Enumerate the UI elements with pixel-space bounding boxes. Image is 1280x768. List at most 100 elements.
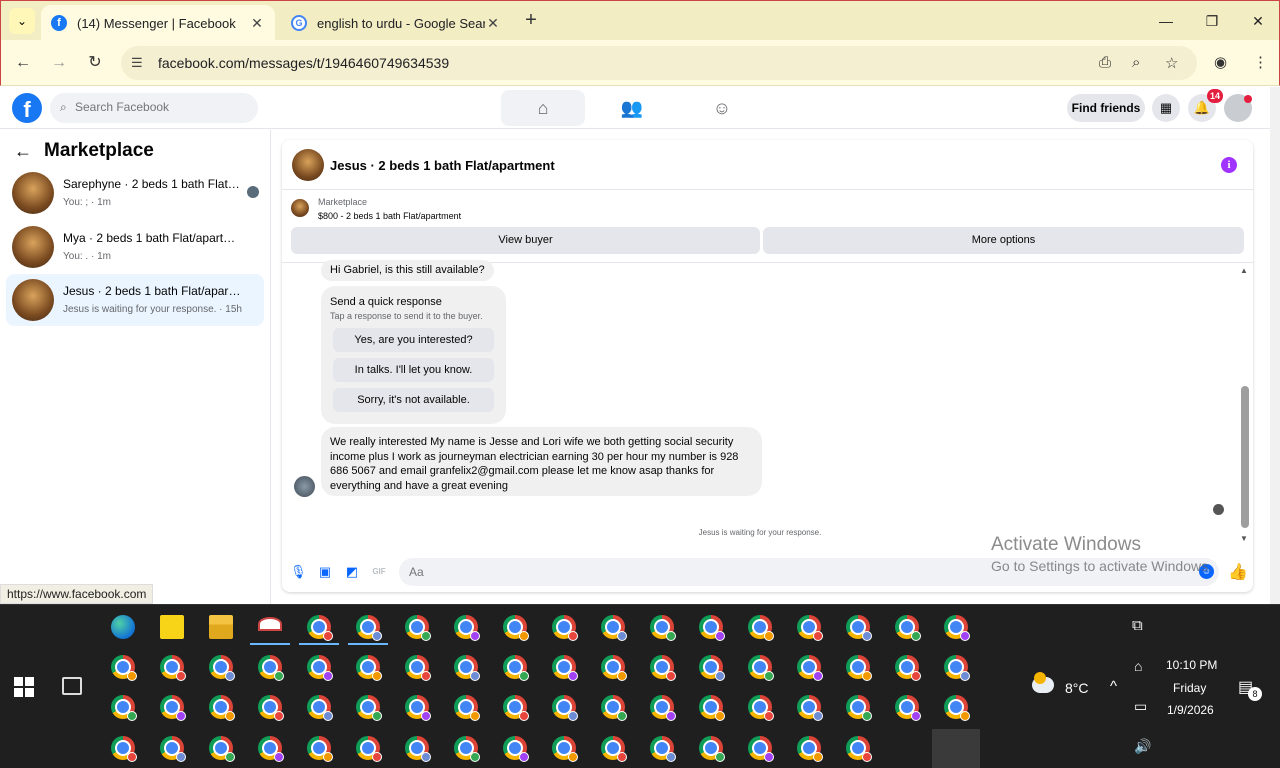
tab-search-button[interactable]: ⌄	[9, 8, 35, 34]
clock-date[interactable]: 1/9/2026	[1167, 703, 1214, 717]
photo-icon[interactable]: ▣	[317, 564, 333, 580]
chrome-window-icon[interactable]	[895, 655, 921, 681]
chrome-window-icon[interactable]	[748, 736, 774, 762]
chrome-window-icon[interactable]	[650, 655, 676, 681]
scrollbar-thumb[interactable]	[1241, 386, 1249, 528]
chrome-window-icon[interactable]	[503, 736, 529, 762]
quick-response-option[interactable]: Sorry, it's not available.	[333, 388, 494, 412]
quick-response-option[interactable]: Yes, are you interested?	[333, 328, 494, 352]
chrome-window-icon[interactable]	[846, 736, 872, 762]
chrome-window-icon[interactable]	[405, 615, 431, 641]
close-window-button[interactable]: ✕	[1246, 9, 1270, 33]
close-tab-icon[interactable]: ✕	[485, 15, 501, 32]
chrome-window-icon[interactable]	[258, 736, 284, 762]
chrome-window-icon[interactable]	[699, 695, 725, 721]
chrome-window-icon[interactable]	[650, 736, 676, 762]
chrome-window-icon[interactable]	[944, 695, 970, 721]
chrome-window-icon[interactable]	[405, 695, 431, 721]
chrome-window-icon[interactable]	[748, 655, 774, 681]
zoom-icon[interactable]: ⌕	[1132, 54, 1140, 71]
profile-icon[interactable]: ◉	[1214, 53, 1227, 71]
chrome-window-icon[interactable]	[258, 655, 284, 681]
chrome-window-icon[interactable]	[209, 695, 235, 721]
chrome-window-icon[interactable]	[111, 695, 137, 721]
facebook-search[interactable]: ⌕	[50, 93, 258, 123]
chrome-window-icon[interactable]	[454, 736, 480, 762]
chrome-window-icon[interactable]	[797, 655, 823, 681]
windows-start-icon[interactable]	[14, 677, 34, 697]
quick-response-option[interactable]: In talks. I'll let you know.	[333, 358, 494, 382]
app-umbrella-icon[interactable]	[258, 617, 282, 631]
sticky-notes-icon[interactable]	[160, 615, 184, 639]
message-input[interactable]	[399, 558, 1219, 586]
facebook-logo[interactable]: f	[12, 93, 42, 123]
site-settings-icon[interactable]: ☰	[131, 55, 143, 71]
chrome-window-icon[interactable]	[797, 736, 823, 762]
chrome-window-icon[interactable]	[503, 615, 529, 641]
chrome-window-icon[interactable]	[601, 655, 627, 681]
scroll-up-icon[interactable]: ▲	[1240, 266, 1248, 275]
friends-nav-button[interactable]: 👥	[590, 90, 674, 126]
chrome-window-icon[interactable]	[748, 615, 774, 641]
search-input[interactable]	[75, 100, 245, 114]
chrome-window-icon[interactable]	[797, 615, 823, 641]
chrome-window-icon[interactable]	[846, 695, 872, 721]
chrome-window-icon[interactable]	[209, 655, 235, 681]
thumbs-up-icon[interactable]: 👍	[1228, 562, 1248, 582]
show-hidden-icons-chevron-icon[interactable]: ^	[1110, 678, 1117, 695]
chrome-window-icon[interactable]	[356, 655, 382, 681]
chrome-window-icon[interactable]	[748, 695, 774, 721]
chrome-window-icon[interactable]	[797, 695, 823, 721]
chat-listing-thumbnail[interactable]	[292, 149, 324, 181]
clock-time[interactable]: 10:10 PM	[1166, 658, 1217, 672]
chrome-window-icon[interactable]	[307, 695, 333, 721]
back-arrow-icon[interactable]: ←	[14, 141, 32, 162]
chrome-window-icon[interactable]	[944, 615, 970, 641]
display-icon[interactable]: ⧉	[1132, 617, 1143, 634]
chrome-window-icon[interactable]	[111, 655, 137, 681]
volume-icon[interactable]: 🔊	[1134, 738, 1151, 755]
chrome-window-icon[interactable]	[258, 695, 284, 721]
chrome-window-icon[interactable]	[846, 655, 872, 681]
chrome-window-icon[interactable]	[846, 615, 872, 641]
chrome-window-icon[interactable]	[454, 655, 480, 681]
install-app-icon[interactable]: ⎙	[1099, 54, 1111, 71]
gif-icon[interactable]: GIF	[371, 564, 387, 580]
emoji-icon[interactable]: ☺	[1199, 564, 1214, 579]
chrome-window-icon[interactable]	[209, 736, 235, 762]
edge-browser-icon[interactable]	[111, 615, 135, 639]
meet-now-icon[interactable]: ⌂	[1134, 658, 1142, 674]
chrome-window-icon[interactable]	[111, 736, 137, 762]
file-explorer-icon[interactable]	[209, 615, 233, 639]
menu-grid-button[interactable]: ▦	[1152, 94, 1180, 122]
weather-icon[interactable]	[1032, 672, 1054, 693]
chrome-window-icon[interactable]	[944, 655, 970, 681]
scroll-down-icon[interactable]: ▼	[1240, 534, 1248, 543]
chrome-window-icon[interactable]	[650, 695, 676, 721]
chrome-window-icon[interactable]	[650, 615, 676, 641]
groups-nav-button[interactable]: ☺	[680, 90, 764, 126]
chrome-window-icon[interactable]	[454, 695, 480, 721]
network-icon[interactable]: ▭	[1134, 698, 1147, 715]
view-buyer-button[interactable]: View buyer	[291, 227, 760, 254]
info-icon[interactable]: i	[1221, 157, 1237, 173]
microphone-icon[interactable]: 🎙	[290, 564, 307, 580]
conversation-item-selected[interactable]: Jesus · 2 beds 1 bath Flat/apartment Jes…	[6, 274, 264, 326]
chrome-window-icon[interactable]	[601, 695, 627, 721]
new-tab-button[interactable]: +	[519, 9, 543, 33]
bookmark-star-icon[interactable]: ☆	[1165, 54, 1178, 72]
chrome-window-icon[interactable]	[405, 736, 431, 762]
tab-messenger[interactable]: f (14) Messenger | Facebook ✕	[41, 5, 275, 41]
chrome-window-icon[interactable]	[699, 655, 725, 681]
chrome-window-icon[interactable]	[454, 615, 480, 641]
listing-price[interactable]: $800 - 2 beds 1 bath Flat/apartment	[318, 211, 461, 221]
chrome-window-icon[interactable]	[405, 655, 431, 681]
conversation-item[interactable]: Sarephyne · 2 beds 1 bath Flat/apartment…	[6, 167, 264, 219]
minimize-button[interactable]: —	[1154, 9, 1178, 33]
chrome-window-icon[interactable]	[601, 615, 627, 641]
sticker-icon[interactable]: ◩	[344, 564, 360, 580]
find-friends-button[interactable]: Find friends	[1067, 94, 1145, 122]
chrome-window-icon[interactable]	[895, 615, 921, 641]
chrome-window-icon[interactable]	[552, 655, 578, 681]
chat-title[interactable]: Jesus · 2 beds 1 bath Flat/apartment	[330, 158, 555, 173]
